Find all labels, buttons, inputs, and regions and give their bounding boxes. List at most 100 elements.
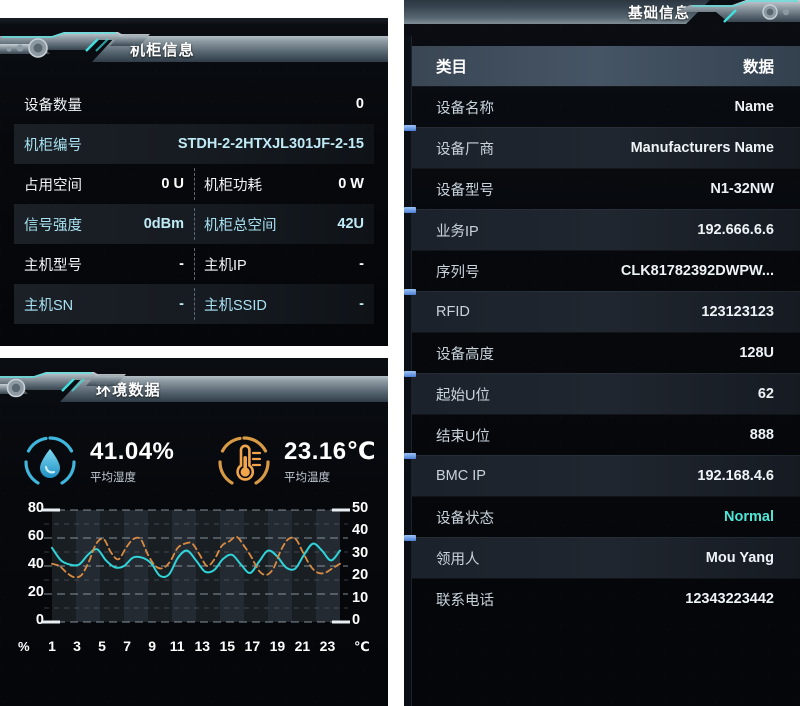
table-row-label: 领用人 [436,551,480,568]
humidity-label: 平均湿度 [90,471,136,484]
row-vertical-divider [194,248,195,280]
table-row-value: 128U [739,345,774,361]
temperature-text: 23.16℃ 平均温度 [284,439,376,484]
cabinet-cell-label: 主机IP [204,257,247,274]
humidity-value: 41.04% [90,438,175,466]
table-row[interactable]: 业务IP 192.666.6.6 [404,207,800,250]
cabinet-row: 主机SN - 主机SSID - [14,284,374,324]
row-marker-icon [404,535,416,541]
cabinet-cell: 占用空间 0 U [14,164,194,204]
row-marker-icon [404,453,416,459]
table-row[interactable]: 领用人 Mou Yang [404,535,800,578]
table-row[interactable]: 设备高度 128U [412,332,800,373]
cabinet-cell-label: 机柜功耗 [204,177,262,194]
cabinet-cell-value: 0dBm [143,216,184,232]
chart-plot-area [42,508,350,624]
cabinet-cell-label: 主机SSID [204,297,267,314]
cabinet-cell-label: 信号强度 [24,217,82,234]
cabinet-cell-value: 0 W [338,176,364,192]
humidity-text: 41.04% 平均湿度 [90,439,174,484]
cabinet-row: 信号强度 0dBm 机柜总空间 42U [14,204,374,244]
table-row[interactable]: 起始U位 62 [404,371,800,414]
table-row[interactable]: 设备名称 Name [412,86,800,127]
temperature-value: 23.16℃ [284,438,377,466]
chart-x-tick: 17 [244,638,261,654]
cabinet-cell-value: 42U [337,216,364,232]
table-row[interactable]: 设备型号 N1-32NW [412,168,800,209]
table-row-value: 62 [757,386,774,402]
cabinet-row: 占用空间 0 U 机柜功耗 0 W [14,164,374,204]
header-arm-decor-left [0,32,150,58]
cabinet-cell-value: - [359,296,364,312]
chart-x-tick: 5 [98,638,106,654]
temperature-label: 平均温度 [284,471,330,484]
table-row-label: 序列号 [436,264,480,281]
chart-x-tick: 19 [269,638,286,654]
header-arm-decor-left [0,372,126,398]
dashboard-root: 机柜信息 设备数量 0 机柜编号 STDH-2-2HTXJL301JF-2-15 占用空… [0,0,800,706]
chart-x-tick: 21 [294,638,311,654]
table-row-value: 192.666.6.6 [697,222,774,238]
cabinet-cell: 主机SN - [14,284,194,324]
row-marker-icon [404,371,416,377]
cabinet-cell: 信号强度 0dBm [14,204,194,244]
chart-x-axis: 1 3 5 7 9 11 13 15 17 19 21 23% ℃ [0,638,388,660]
cabinet-cell-value: 0 [355,96,364,112]
humidity-gauge: 41.04% 平均湿度 [0,426,194,498]
row-marker-icon [404,289,416,295]
row-vertical-divider [194,208,195,240]
chart-x-tick: 7 [123,638,132,654]
cabinet-cell: 机柜功耗 0 W [194,164,374,204]
table-row-value: CLK81782392DWPW... [620,263,774,279]
table-row[interactable]: RFID 123123123 [404,289,800,332]
chart-x-tick: 11 [169,638,185,654]
cabinet-cell-value: STDH-2-2HTXJL301JF-2-15 [177,136,364,152]
table-row-value: Name [734,99,775,115]
chart-right-unit: ℃ [354,639,370,654]
table-row-label: 设备状态 [436,510,494,527]
table-row-label: 设备名称 [436,100,494,117]
table-row[interactable]: 联系电话 12343223442 [412,578,800,619]
environment-panel: 环境数据 41.04% 平均湿度 23.16℃ 平均温度 0 20 40 60 … [0,358,388,706]
cabinet-rows: 设备数量 0 机柜编号 STDH-2-2HTXJL301JF-2-15 占用空间 0 U 机… [14,84,374,324]
table-row-label: 设备型号 [436,182,494,199]
cabinet-cell: 主机SSID - [194,284,374,324]
cabinet-cell: 主机IP - [194,244,374,284]
cabinet-cell-value: - [179,256,184,272]
cabinet-cell-label: 机柜编号 [24,137,82,154]
temperature-gauge: 23.16℃ 平均温度 [194,426,388,498]
info-table-header: 类目 数据 [412,46,800,86]
cabinet-cell-label: 主机型号 [24,257,82,274]
table-row-value: N1-32NW [710,181,774,197]
chart-x-tick: 1 [48,638,56,654]
cabinet-cell-value: - [179,296,184,312]
chart-x-tick: 13 [194,638,211,654]
chart-x-tick: 3 [73,638,81,654]
table-row-label: 设备高度 [436,346,494,363]
chart-x-tick: 15 [219,638,236,654]
table-row[interactable]: 结束U位 888 [412,414,800,455]
environment-gauges: 41.04% 平均湿度 23.16℃ 平均温度 [0,426,388,498]
table-row-value: Mou Yang [705,550,774,566]
table-row-label: 设备厂商 [436,141,494,158]
table-row-value: 12343223442 [685,591,774,607]
table-row[interactable]: 序列号 CLK81782392DWPW... [412,250,800,291]
header-arm-decor-right [676,0,800,23]
table-row-label: RFID [436,304,470,320]
table-row[interactable]: 设备状态 Normal [412,496,800,537]
environment-chart: 0 20 40 60 80 0 10 20 30 40 50 1 3 5 7 9 11 13 15 17 19 21 2… [0,500,388,664]
table-row-label: 业务IP [436,223,479,240]
chart-x-tick: 9 [148,638,157,654]
table-row-label: 起始U位 [436,387,490,404]
column-header-label: 类目 [436,59,468,76]
table-row[interactable]: 设备厂商 Manufacturers Name [404,125,800,168]
table-row[interactable]: BMC IP 192.168.4.6 [404,453,800,496]
cabinet-info-panel: 机柜信息 设备数量 0 机柜编号 STDH-2-2HTXJL301JF-2-15 占用空… [0,18,388,346]
cabinet-cell-label: 占用空间 [24,177,82,194]
table-row-value: 123123123 [701,304,774,320]
cabinet-row: 设备数量 0 [14,84,374,124]
table-row-label: 联系电话 [436,592,494,609]
cabinet-cell-value: 0 U [161,176,184,192]
cabinet-cell: 设备数量 0 [14,84,374,124]
cabinet-cell-value: - [359,256,364,272]
